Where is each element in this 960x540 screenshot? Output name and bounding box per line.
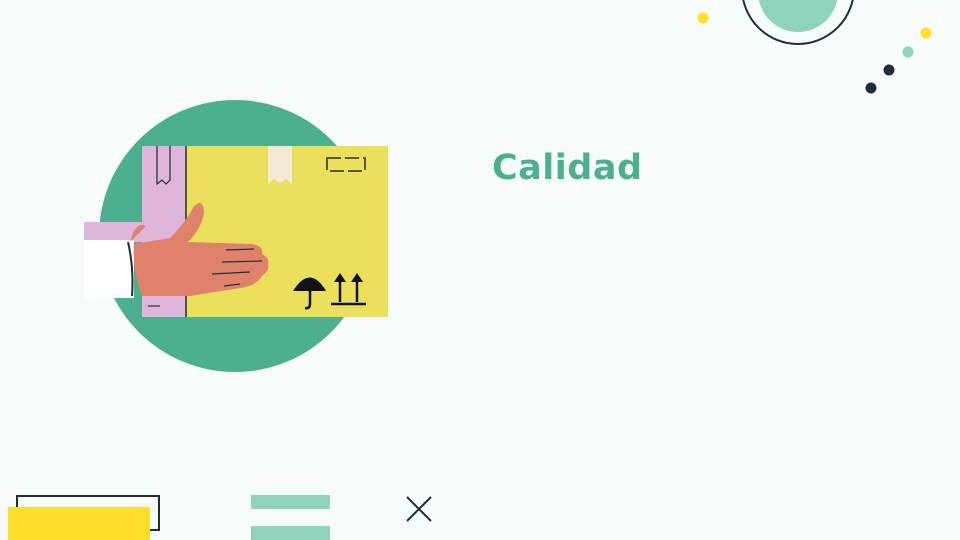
mint-dot	[902, 46, 914, 58]
mint-circle	[758, 0, 838, 32]
yellow-dot-2	[920, 27, 932, 39]
shirt-cuff	[84, 240, 134, 298]
yellow-dot	[697, 12, 709, 24]
mint-stripe-bottom	[251, 526, 330, 540]
close-cross-icon	[406, 496, 432, 522]
top-right-decoration	[697, 0, 932, 94]
mint-stripe-top	[251, 495, 330, 509]
yellow-bar	[8, 507, 150, 540]
dark-dot-2	[865, 82, 877, 94]
dark-dot	[883, 64, 895, 76]
bottom-decoration	[8, 495, 432, 540]
slide-title: Calidad	[492, 148, 643, 188]
slide: Calidad	[0, 0, 960, 540]
